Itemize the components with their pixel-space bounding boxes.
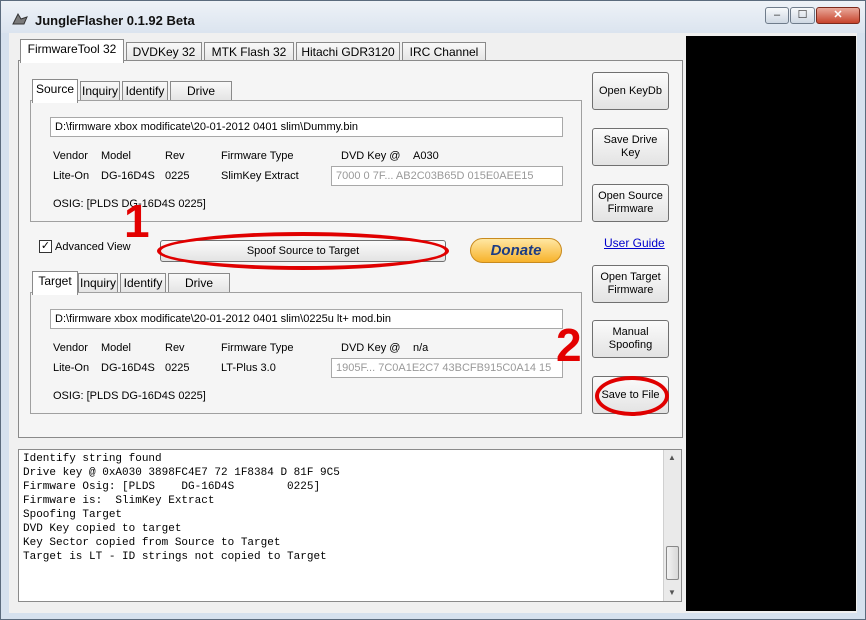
target-dvd-key-header: DVD Key @ <box>341 342 401 354</box>
open-target-firmware-button[interactable]: Open Target Firmware <box>592 265 669 303</box>
manual-spoofing-button[interactable]: Manual Spoofing <box>592 320 669 358</box>
tab-target-inquiry[interactable]: Inquiry <box>78 273 118 294</box>
source-dvd-key-field[interactable]: 7000 0 7F... AB2C03B65D 015E0AEE15 <box>331 166 563 186</box>
target-model-header: Model <box>101 342 131 354</box>
close-button[interactable]: ✕ <box>816 7 860 24</box>
annotation-number-2: 2 <box>556 319 582 371</box>
open-source-firmware-button[interactable]: Open Source Firmware <box>592 184 669 222</box>
scroll-up-icon[interactable]: ▲ <box>668 453 676 462</box>
log-scrollbar[interactable]: ▲ ▼ <box>663 450 681 601</box>
title-bar[interactable]: JungleFlasher 0.1.92 Beta – ☐ ✕ <box>1 1 865 33</box>
tab-firmwaretool[interactable]: FirmwareTool 32 <box>20 39 124 63</box>
tab-source-identify[interactable]: Identify <box>122 81 168 102</box>
advanced-view-label: Advanced View <box>55 241 131 253</box>
black-side-panel <box>686 36 856 611</box>
annotation-oval-spoof <box>157 232 449 270</box>
annotation-number-1: 1 <box>124 195 150 247</box>
target-firmware-type-header: Firmware Type <box>221 342 294 354</box>
maximize-button[interactable]: ☐ <box>790 7 815 24</box>
save-drive-key-button[interactable]: Save Drive Key <box>592 128 669 166</box>
minimize-button[interactable]: – <box>765 7 789 24</box>
log-line: Key Sector copied from Source to Target <box>23 537 281 549</box>
source-dvd-key-header: DVD Key @ <box>341 150 401 162</box>
target-rev-value: 0225 <box>165 362 190 374</box>
log-line: Drive key @ 0xA030 3898FC4E7 72 1F8384 D… <box>23 467 347 479</box>
tab-target-identify[interactable]: Identify <box>120 273 166 294</box>
log-line: Spoofing Target <box>23 509 123 521</box>
source-vendor-header: Vendor <box>53 150 88 162</box>
target-rev-header: Rev <box>165 342 185 354</box>
window-title: JungleFlasher 0.1.92 Beta <box>35 13 195 28</box>
tab-target[interactable]: Target <box>32 271 78 295</box>
target-dvd-key-field[interactable]: 1905F... 7C0A1E2C7 43BCFB915C0A14 15 <box>331 358 563 378</box>
log-line: Target is LT - ID strings not copied to … <box>23 551 327 563</box>
source-vendor-value: Lite-On <box>53 170 90 182</box>
source-model-header: Model <box>101 150 131 162</box>
app-icon <box>12 12 28 25</box>
scroll-thumb[interactable] <box>666 546 679 580</box>
source-path-field[interactable]: D:\firmware xbox modificate\20-01-2012 0… <box>50 117 563 137</box>
target-firmware-type-value: LT-Plus 3.0 <box>221 362 276 374</box>
source-firmware-type-header: Firmware Type <box>221 150 294 162</box>
advanced-view-checkbox[interactable]: ✓ <box>39 240 52 253</box>
target-vendor-value: Lite-On <box>53 362 90 374</box>
log-line: Identify string found <box>23 453 162 465</box>
target-osig: OSIG: [PLDS DG-16D4S 0225] <box>53 390 206 402</box>
tab-source-inquiry[interactable]: Inquiry <box>80 81 120 102</box>
target-dvd-key-address: n/a <box>413 342 429 354</box>
target-path-field[interactable]: D:\firmware xbox modificate\20-01-2012 0… <box>50 309 563 329</box>
log-line: Firmware Osig: [PLDS DG-16D4S 0225] <box>23 481 321 493</box>
log-line: Firmware is: SlimKey Extract <box>23 495 215 507</box>
source-firmware-type-value: SlimKey Extract <box>221 170 299 182</box>
log-output[interactable]: Identify string found Drive key @ 0xA030… <box>18 449 682 602</box>
source-rev-value: 0225 <box>165 170 190 182</box>
target-vendor-header: Vendor <box>53 342 88 354</box>
scroll-down-icon[interactable]: ▼ <box>668 588 676 597</box>
target-model-value: DG-16D4S <box>101 362 155 374</box>
open-keydb-button[interactable]: Open KeyDb <box>592 72 669 110</box>
tab-source[interactable]: Source <box>32 79 78 103</box>
log-line: DVD Key copied to target <box>23 523 182 535</box>
source-model-value: DG-16D4S <box>101 170 155 182</box>
source-dvd-key-address: A030 <box>413 150 439 162</box>
source-rev-header: Rev <box>165 150 185 162</box>
tab-source-drive-serial[interactable]: Drive Serial <box>170 81 232 117</box>
user-guide-link[interactable]: User Guide <box>604 236 665 250</box>
tab-target-drive-serial[interactable]: Drive Serial <box>168 273 230 309</box>
annotation-oval-save <box>595 376 669 416</box>
donate-button[interactable]: Donate <box>470 238 562 263</box>
